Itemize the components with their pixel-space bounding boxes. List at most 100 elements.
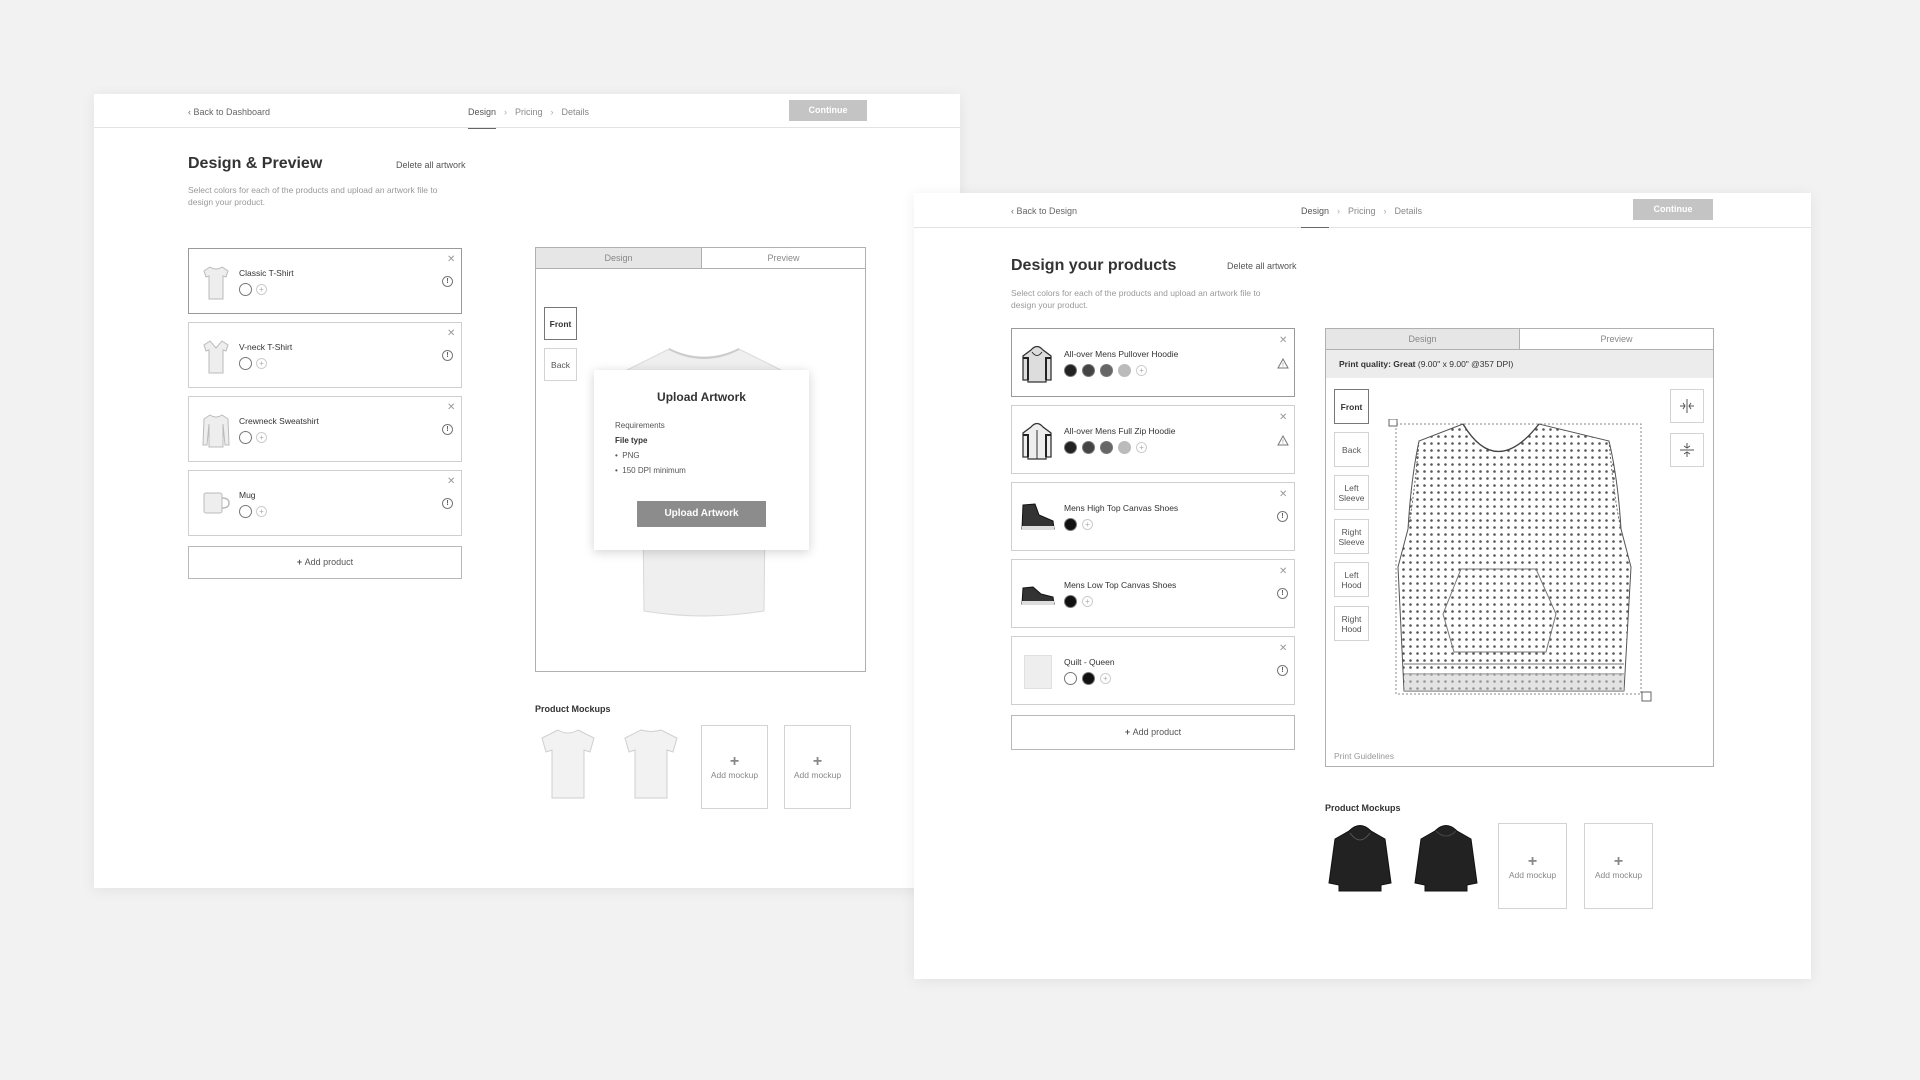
shoe-icon: [1021, 586, 1055, 605]
continue-button[interactable]: Continue: [1633, 199, 1713, 220]
product-card-quilt-queen[interactable]: Quilt - Queen + ✕ !: [1011, 636, 1295, 705]
step-design[interactable]: Design: [468, 107, 497, 129]
step-details[interactable]: Details: [1395, 206, 1423, 216]
side-right-hood-button[interactable]: Right Hood: [1334, 606, 1369, 641]
tshirt-mockup-back[interactable]: [621, 726, 681, 802]
product-card-low-top-shoes[interactable]: Mens Low Top Canvas Shoes + ✕ !: [1011, 559, 1295, 628]
add-mockup-button[interactable]: + Add mockup: [784, 725, 851, 809]
quilt-icon: [1024, 655, 1052, 689]
add-mockup-button[interactable]: + Add mockup: [701, 725, 768, 809]
close-icon[interactable]: ✕: [447, 403, 455, 413]
close-icon[interactable]: ✕: [1279, 413, 1287, 423]
color-swatch-black[interactable]: [1082, 672, 1095, 685]
add-mockup-button[interactable]: + Add mockup: [1498, 823, 1567, 909]
warning-icon[interactable]: !: [1277, 435, 1289, 446]
hoodie-mockup-back[interactable]: [1411, 823, 1481, 895]
add-color-icon[interactable]: +: [1100, 673, 1111, 684]
print-guidelines-link[interactable]: Print Guidelines: [1334, 751, 1394, 761]
add-color-icon[interactable]: +: [1082, 519, 1093, 530]
close-icon[interactable]: ✕: [1279, 490, 1287, 500]
tab-design[interactable]: Design: [536, 248, 701, 269]
product-card-zip-hoodie[interactable]: All-over Mens Full Zip Hoodie + ✕ !: [1011, 405, 1295, 474]
hoodie-mockup-front[interactable]: [1325, 823, 1395, 895]
side-front-button[interactable]: Front: [1334, 389, 1369, 424]
color-swatch-light-grey[interactable]: [1118, 364, 1131, 377]
side-back-button[interactable]: Back: [1334, 432, 1369, 467]
product-card-crewneck-sweatshirt[interactable]: Crewneck Sweatshirt + ✕ !: [188, 396, 462, 462]
add-color-icon[interactable]: +: [256, 506, 267, 517]
close-icon[interactable]: ✕: [1279, 567, 1287, 577]
continue-button[interactable]: Continue: [789, 100, 867, 121]
info-icon[interactable]: !: [1277, 511, 1288, 522]
side-left-sleeve-button[interactable]: Left Sleeve: [1334, 475, 1369, 510]
step-details[interactable]: Details: [562, 107, 590, 117]
tshirt-icon: [203, 266, 229, 300]
step-design[interactable]: Design: [1301, 206, 1330, 228]
plus-icon: +: [729, 753, 740, 770]
color-swatch-white[interactable]: [239, 505, 252, 518]
resize-handle-bottom-right[interactable]: [1641, 691, 1652, 702]
add-color-icon[interactable]: +: [256, 358, 267, 369]
delete-all-artwork-link[interactable]: Delete all artwork: [1227, 261, 1297, 271]
color-swatch-white[interactable]: [239, 283, 252, 296]
back-to-design-link[interactable]: ‹ Back to Design: [1011, 206, 1077, 216]
step-pricing[interactable]: Pricing: [515, 107, 543, 117]
close-icon[interactable]: ✕: [447, 329, 455, 339]
info-icon[interactable]: !: [442, 424, 453, 435]
upload-artwork-button[interactable]: Upload Artwork: [637, 501, 766, 527]
info-icon[interactable]: !: [1277, 588, 1288, 599]
add-color-icon[interactable]: +: [256, 432, 267, 443]
add-mockup-button[interactable]: + Add mockup: [1584, 823, 1653, 909]
chevron-right-icon: ›: [504, 107, 508, 117]
color-swatch-white[interactable]: [239, 357, 252, 370]
color-swatch-black[interactable]: [1064, 518, 1077, 531]
close-icon[interactable]: ✕: [447, 255, 455, 265]
product-card-pullover-hoodie[interactable]: All-over Mens Pullover Hoodie + ✕ !: [1011, 328, 1295, 397]
tshirt-mockup-front[interactable]: [538, 726, 598, 802]
back-to-dashboard-link[interactable]: ‹ Back to Dashboard: [188, 107, 270, 117]
side-front-button[interactable]: Front: [544, 307, 577, 340]
design-panel: Design Preview Front Back Upload Artwork…: [535, 247, 866, 672]
info-icon[interactable]: !: [442, 276, 453, 287]
add-color-icon[interactable]: +: [256, 284, 267, 295]
close-icon[interactable]: ✕: [1279, 644, 1287, 654]
side-back-button[interactable]: Back: [544, 348, 577, 381]
delete-all-artwork-link[interactable]: Delete all artwork: [396, 160, 466, 170]
warning-icon[interactable]: !: [1277, 358, 1289, 369]
color-swatch-white[interactable]: [1064, 672, 1077, 685]
tab-preview[interactable]: Preview: [701, 248, 865, 269]
color-swatch-light-grey[interactable]: [1118, 441, 1131, 454]
add-color-icon[interactable]: +: [1082, 596, 1093, 607]
back-link-label: Back to Dashboard: [193, 107, 271, 117]
resize-handle-top-left[interactable]: [1388, 419, 1398, 427]
product-card-mug[interactable]: Mug + ✕ !: [188, 470, 462, 536]
close-icon[interactable]: ✕: [1279, 336, 1287, 346]
color-swatch-black[interactable]: [1064, 441, 1077, 454]
color-swatch-grey[interactable]: [1100, 441, 1113, 454]
product-name: Crewneck Sweatshirt: [239, 416, 319, 426]
product-card-classic-tshirt[interactable]: Classic T-Shirt + ✕ !: [188, 248, 462, 314]
color-swatch-dark-grey[interactable]: [1082, 441, 1095, 454]
side-right-sleeve-button[interactable]: Right Sleeve: [1334, 519, 1369, 554]
step-pricing[interactable]: Pricing: [1348, 206, 1376, 216]
center-vertical-tool[interactable]: [1670, 433, 1704, 467]
color-swatch-black[interactable]: [1064, 364, 1077, 377]
info-icon[interactable]: !: [442, 498, 453, 509]
color-swatch-grey[interactable]: [1100, 364, 1113, 377]
color-swatch-black[interactable]: [1064, 595, 1077, 608]
color-swatch-white[interactable]: [239, 431, 252, 444]
close-icon[interactable]: ✕: [447, 477, 455, 487]
color-swatch-dark-grey[interactable]: [1082, 364, 1095, 377]
center-horizontal-tool[interactable]: [1670, 389, 1704, 423]
add-product-button[interactable]: + Add product: [188, 546, 462, 579]
side-left-hood-button[interactable]: Left Hood: [1334, 562, 1369, 597]
add-color-icon[interactable]: +: [1136, 365, 1147, 376]
tab-preview[interactable]: Preview: [1519, 329, 1713, 350]
add-product-button[interactable]: + Add product: [1011, 715, 1295, 750]
info-icon[interactable]: !: [442, 350, 453, 361]
tab-design[interactable]: Design: [1326, 329, 1519, 350]
product-card-high-top-shoes[interactable]: Mens High Top Canvas Shoes + ✕ !: [1011, 482, 1295, 551]
product-card-vneck-tshirt[interactable]: V-neck T-Shirt + ✕ !: [188, 322, 462, 388]
info-icon[interactable]: !: [1277, 665, 1288, 676]
add-color-icon[interactable]: +: [1136, 442, 1147, 453]
